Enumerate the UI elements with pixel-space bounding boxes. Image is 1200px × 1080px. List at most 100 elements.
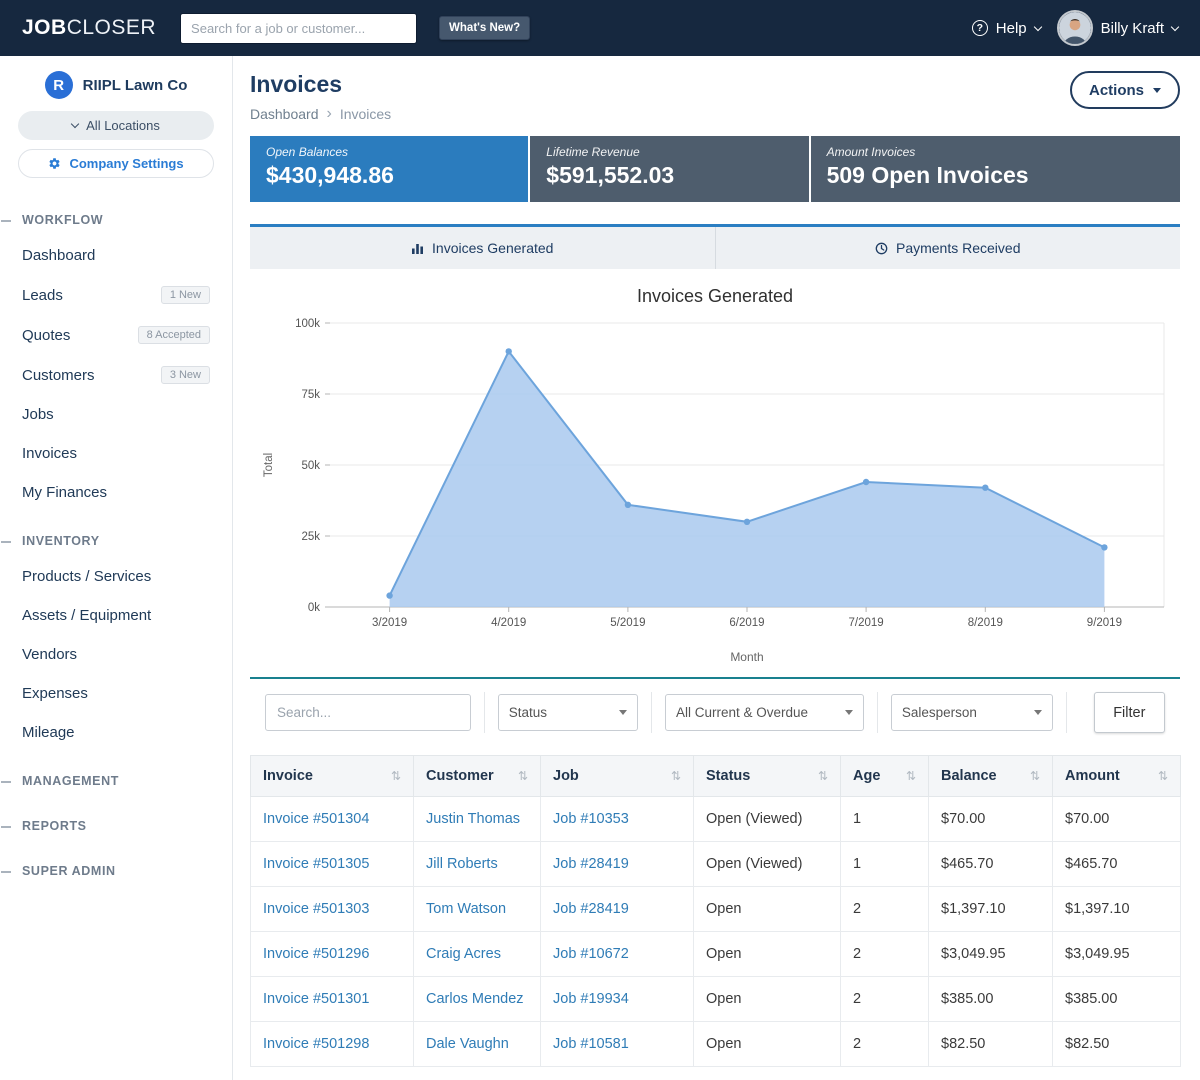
current-overdue-select[interactable]: All Current & Overdue [665, 694, 864, 731]
status-cell: Open [694, 977, 841, 1022]
column-label: Customer [426, 768, 494, 784]
sidebar-item-quotes[interactable]: Quotes8 Accepted [0, 315, 232, 355]
job-link[interactable]: Job #10672 [553, 946, 629, 962]
nav-section-workflow[interactable]: WORKFLOW [0, 204, 232, 236]
breadcrumb-dashboard[interactable]: Dashboard [250, 106, 319, 122]
table-row: Invoice #501304Justin ThomasJob #10353Op… [251, 797, 1181, 842]
job-link[interactable]: Job #10353 [553, 811, 629, 827]
sort-icon[interactable]: ⇅ [1030, 769, 1040, 783]
table-search-input[interactable] [265, 694, 471, 731]
invoice-link[interactable]: Invoice #501298 [263, 1036, 369, 1052]
stat-value: $430,948.86 [266, 162, 512, 189]
stat-label: Open Balances [266, 145, 512, 159]
chevron-down-icon [1171, 22, 1179, 30]
locations-label: All Locations [86, 118, 160, 133]
locations-dropdown[interactable]: All Locations [18, 111, 214, 140]
customer-link[interactable]: Carlos Mendez [426, 991, 524, 1007]
sidebar-item-assets-equipment[interactable]: Assets / Equipment [0, 596, 232, 635]
salesperson-select[interactable]: Salesperson [891, 694, 1053, 731]
job-link[interactable]: Job #19934 [553, 991, 629, 1007]
svg-text:3/2019: 3/2019 [372, 617, 407, 629]
data-point[interactable] [982, 485, 988, 491]
collapse-icon [1, 826, 11, 828]
sidebar-item-products-services[interactable]: Products / Services [0, 557, 232, 596]
customer-link[interactable]: Justin Thomas [426, 811, 520, 827]
job-link[interactable]: Job #28419 [553, 856, 629, 872]
data-point[interactable] [863, 479, 869, 485]
whats-new-button[interactable]: What's New? [439, 16, 530, 40]
column-header-customer[interactable]: Customer ⇅ [414, 756, 541, 797]
column-header-status[interactable]: Status⇅ [694, 756, 841, 797]
page-title: Invoices [250, 71, 391, 98]
sidebar-item-leads[interactable]: Leads1 New [0, 275, 232, 315]
filter-button[interactable]: Filter [1094, 692, 1165, 733]
nav-section-label: INVENTORY [22, 534, 100, 548]
balance-cell: $3,049.95 [929, 932, 1053, 977]
user-menu[interactable]: Billy Kraft [1057, 10, 1178, 46]
table-row: Invoice #501303Tom WatsonJob #28419Open2… [251, 887, 1181, 932]
sort-icon[interactable]: ⇅ [671, 769, 681, 783]
data-point[interactable] [386, 592, 392, 598]
job-cell: Job #19934 [541, 977, 694, 1022]
column-header-balance[interactable]: Balance⇅ [929, 756, 1053, 797]
column-header-age[interactable]: Age⇅ [841, 756, 929, 797]
data-point[interactable] [506, 348, 512, 354]
sidebar-item-customers[interactable]: Customers3 New [0, 355, 232, 395]
nav-item-badge: 3 New [161, 366, 210, 384]
tab-payments-received[interactable]: Payments Received [715, 227, 1181, 269]
help-menu[interactable]: ? Help [972, 20, 1041, 37]
nav-section-management[interactable]: MANAGEMENT [0, 765, 232, 797]
sidebar-item-my-finances[interactable]: My Finances [0, 473, 232, 512]
customer-link[interactable]: Tom Watson [426, 901, 506, 917]
nav-item-label: Mileage [22, 724, 75, 741]
invoice-link[interactable]: Invoice #501304 [263, 811, 369, 827]
sidebar-item-expenses[interactable]: Expenses [0, 674, 232, 713]
data-point[interactable] [744, 519, 750, 525]
nav-section-label: REPORTS [22, 819, 87, 833]
tab-invoices-generated[interactable]: Invoices Generated [250, 227, 715, 269]
stat-lifetime-revenue: Lifetime Revenue $591,552.03 [530, 136, 808, 202]
chevron-down-icon [71, 120, 79, 128]
sidebar-item-vendors[interactable]: Vendors [0, 635, 232, 674]
customer-link[interactable]: Craig Acres [426, 946, 501, 962]
invoice-link[interactable]: Invoice #501296 [263, 946, 369, 962]
chevron-down-icon [1033, 22, 1041, 30]
job-link[interactable]: Job #10581 [553, 1036, 629, 1052]
x-axis-label: Month [730, 650, 763, 664]
nav-section-super-admin[interactable]: SUPER ADMIN [0, 855, 232, 887]
svg-text:7/2019: 7/2019 [849, 617, 884, 629]
company-header[interactable]: R RIIPL Lawn Co [0, 71, 232, 99]
data-point[interactable] [625, 502, 631, 508]
nav-section-reports[interactable]: REPORTS [0, 810, 232, 842]
global-search-input[interactable] [180, 13, 417, 44]
help-label: Help [996, 20, 1027, 37]
invoice-link[interactable]: Invoice #501303 [263, 901, 369, 917]
customer-link[interactable]: Jill Roberts [426, 856, 498, 872]
nav-section-inventory[interactable]: INVENTORY [0, 525, 232, 557]
sidebar-item-mileage[interactable]: Mileage [0, 713, 232, 752]
svg-text:4/2019: 4/2019 [491, 617, 526, 629]
sort-icon[interactable]: ⇅ [1158, 769, 1168, 783]
sidebar-item-jobs[interactable]: Jobs [0, 395, 232, 434]
sort-icon[interactable]: ⇅ [818, 769, 828, 783]
status-select[interactable]: Status [498, 694, 638, 731]
column-header-invoice[interactable]: Invoice⇅ [251, 756, 414, 797]
invoice-link[interactable]: Invoice #501301 [263, 991, 369, 1007]
sort-icon[interactable]: ⇅ [518, 769, 528, 783]
invoice-link[interactable]: Invoice #501305 [263, 856, 369, 872]
svg-text:50k: 50k [301, 460, 320, 472]
column-header-amount[interactable]: Amount⇅ [1053, 756, 1181, 797]
company-settings-button[interactable]: Company Settings [18, 149, 214, 178]
actions-button[interactable]: Actions [1070, 71, 1180, 109]
app-logo[interactable]: JOBCLOSER [22, 16, 156, 40]
sidebar-item-invoices[interactable]: Invoices [0, 434, 232, 473]
data-point[interactable] [1101, 544, 1107, 550]
column-header-job[interactable]: Job⇅ [541, 756, 694, 797]
job-link[interactable]: Job #28419 [553, 901, 629, 917]
sort-icon[interactable]: ⇅ [906, 769, 916, 783]
customer-link[interactable]: Dale Vaughn [426, 1036, 509, 1052]
nav-item-label: Invoices [22, 445, 77, 462]
sidebar-item-dashboard[interactable]: Dashboard [0, 236, 232, 275]
sort-icon[interactable]: ⇅ [391, 769, 401, 783]
chart-title: Invoices Generated [250, 286, 1180, 307]
